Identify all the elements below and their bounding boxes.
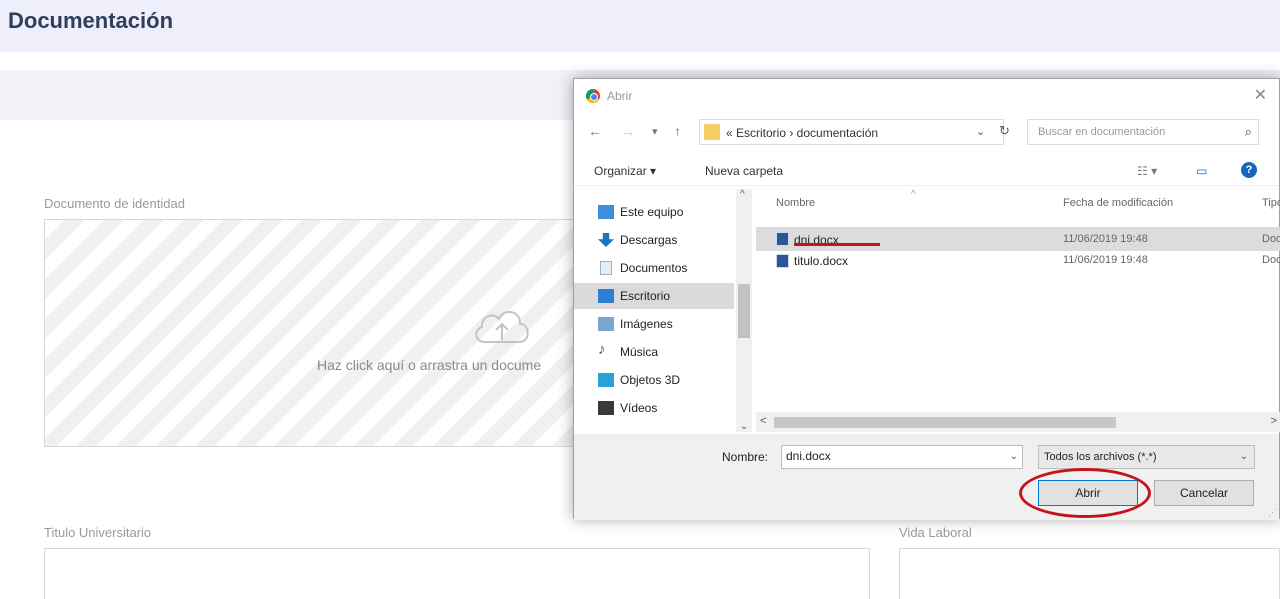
titulo-label: Titulo Universitario <box>44 525 152 540</box>
nav-item-documentos[interactable]: Documentos <box>598 255 738 281</box>
file-name-label: Nombre: <box>722 450 769 464</box>
file-type: Docu <box>1262 233 1280 245</box>
new-folder-button[interactable]: Nueva carpeta <box>705 164 783 178</box>
nav-item-este-equipo[interactable]: Este equipo <box>598 199 738 225</box>
chevron-down-icon[interactable]: ⌄ <box>1010 451 1018 462</box>
nav-item-label: Vídeos <box>620 401 658 415</box>
pictures-icon <box>598 317 614 331</box>
file-row-titulo[interactable]: titulo.docx 11/06/2019 19:48 Docu <box>756 251 1280 271</box>
videos-icon <box>598 401 614 415</box>
scroll-down-icon[interactable]: ⌄ <box>740 421 748 432</box>
file-list: ^ Nombre Fecha de modificación Tipo dni.… <box>756 189 1280 414</box>
nav-item-imagenes[interactable]: Imágenes <box>598 311 738 337</box>
chevron-down-icon: ⌄ <box>1239 451 1248 462</box>
recent-locations-icon[interactable]: ▾ <box>652 125 658 138</box>
search-icon: ⌕ <box>1244 124 1252 139</box>
address-bar[interactable]: « Escritorio › documentación <box>699 119 1004 145</box>
nav-item-label: Este equipo <box>620 205 684 219</box>
titulo-dropzone[interactable] <box>44 548 870 599</box>
column-header-name[interactable]: Nombre <box>776 197 815 209</box>
address-dropdown-icon[interactable]: ⌄ <box>976 125 985 138</box>
refresh-icon[interactable]: ↻ <box>999 123 1010 139</box>
vida-laboral-label: Vida Laboral <box>899 525 972 540</box>
red-circle-annotation <box>1019 468 1151 518</box>
chrome-icon <box>586 89 600 103</box>
organize-menu[interactable]: Organizar ▾ <box>594 164 656 178</box>
scroll-left-icon[interactable]: < <box>760 415 766 427</box>
back-arrow-icon[interactable]: ← <box>588 123 602 139</box>
nav-item-videos[interactable]: Vídeos <box>598 395 738 421</box>
nav-item-escritorio[interactable]: Escritorio <box>574 283 734 309</box>
word-document-icon <box>776 232 789 246</box>
page-title: Documentación <box>8 8 174 33</box>
dialog-toolbar: Organizar ▾ Nueva carpeta ☷ ▾ ▭ ? <box>574 156 1279 186</box>
resize-grip-icon[interactable]: ⋰ <box>1268 507 1277 518</box>
nav-item-label: Música <box>620 345 659 359</box>
address-row: ← → ▾ ↑ « Escritorio › documentación ⌄ ↻… <box>574 119 1279 147</box>
computer-icon <box>598 205 614 219</box>
objects3d-icon <box>598 373 614 387</box>
file-type-filter[interactable]: Todos los archivos (*.*) ⌄ <box>1038 445 1255 469</box>
close-icon[interactable]: ✕ <box>1254 85 1267 105</box>
navigation-pane: Este equipo Descargas Documentos Escrito… <box>574 189 752 432</box>
nav-item-musica[interactable]: ♪ Música <box>598 339 738 365</box>
desktop-icon <box>598 289 614 303</box>
forward-arrow-icon[interactable]: → <box>621 123 635 139</box>
vida-laboral-dropzone[interactable] <box>899 548 1280 599</box>
nav-item-descargas[interactable]: Descargas <box>598 227 738 253</box>
nav-item-label: Documentos <box>620 261 688 275</box>
column-header-date[interactable]: Fecha de modificación <box>1063 197 1173 209</box>
download-icon <box>598 233 614 247</box>
nav-item-label: Descargas <box>620 233 678 247</box>
scroll-up-icon[interactable]: ^ <box>740 189 745 200</box>
music-icon: ♪ <box>598 341 606 358</box>
dialog-footer: Nombre: ⌄ Todos los archivos (*.*) ⌄ Abr… <box>574 434 1279 520</box>
nav-item-objetos-3d[interactable]: Objetos 3D <box>598 367 738 393</box>
help-icon[interactable]: ? <box>1241 162 1257 178</box>
file-date: 11/06/2019 19:48 <box>1063 254 1148 266</box>
preview-pane-icon[interactable]: ▭ <box>1196 164 1207 178</box>
folder-icon <box>704 124 720 140</box>
nav-item-label: Escritorio <box>620 289 671 303</box>
cancel-button[interactable]: Cancelar <box>1154 480 1254 506</box>
search-box[interactable]: Buscar en documentación ⌕ <box>1027 119 1259 145</box>
dialog-title: Abrir <box>607 89 633 103</box>
file-name: titulo.docx <box>794 254 849 268</box>
up-arrow-icon[interactable]: ↑ <box>674 123 681 139</box>
sort-indicator-icon: ^ <box>911 189 916 200</box>
red-underline-annotation <box>794 243 880 246</box>
scrollbar-thumb[interactable] <box>738 284 750 338</box>
file-list-horizontal-scrollbar[interactable]: < > <box>756 412 1280 432</box>
column-header-type[interactable]: Tipo <box>1262 197 1280 209</box>
dialog-titlebar[interactable]: Abrir ✕ <box>574 79 1279 113</box>
file-type-filter-value: Todos los archivos (*.*) <box>1044 451 1157 463</box>
file-row-dni[interactable]: dni.docx 11/06/2019 19:48 Docu <box>756 227 1280 251</box>
scrollbar-thumb[interactable] <box>774 417 1116 428</box>
nav-item-label: Imágenes <box>620 317 673 331</box>
search-placeholder: Buscar en documentación <box>1038 126 1166 138</box>
nav-item-label: Objetos 3D <box>620 373 681 387</box>
view-options-icon[interactable]: ☷ ▾ <box>1137 164 1157 178</box>
nav-pane-scrollbar[interactable]: ^ ⌄ <box>736 189 752 432</box>
cloud-upload-icon <box>475 311 529 343</box>
address-path: « Escritorio › documentación <box>726 126 879 140</box>
file-date: 11/06/2019 19:48 <box>1063 233 1148 245</box>
documents-icon <box>600 261 612 275</box>
doc-id-label: Documento de identidad <box>44 196 185 211</box>
scroll-right-icon[interactable]: > <box>1271 415 1277 427</box>
file-name-field[interactable]: ⌄ <box>781 445 1023 469</box>
open-file-dialog: Abrir ✕ ← → ▾ ↑ « Escritorio › documenta… <box>573 78 1280 520</box>
file-type: Docu <box>1262 254 1280 266</box>
file-name-input[interactable] <box>786 449 996 463</box>
page-header: Documentación <box>0 0 1280 52</box>
dropzone-text: Haz click aquí o arrastra un docume <box>317 357 542 373</box>
word-document-icon <box>776 254 789 268</box>
